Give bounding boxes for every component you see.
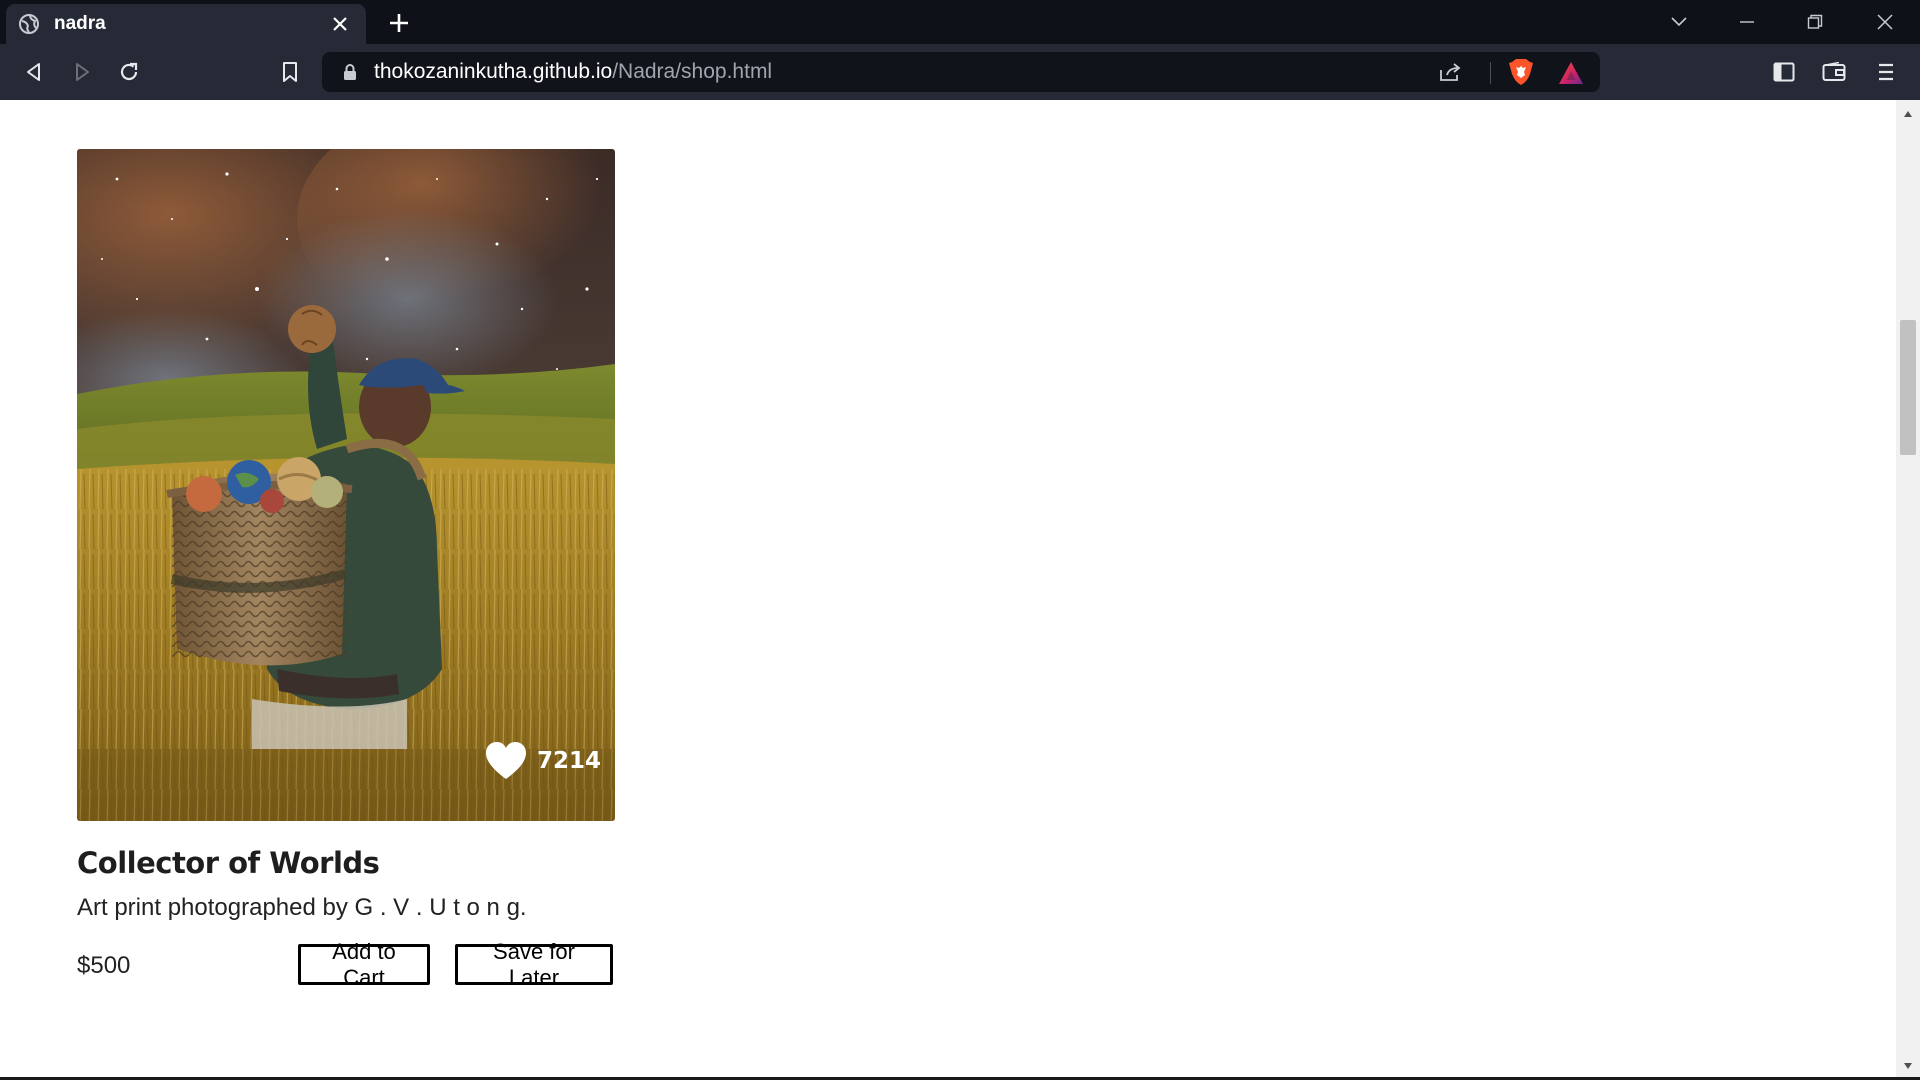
add-to-cart-button[interactable]: Add to Cart [298,939,430,990]
product-title: Collector of Worlds [77,846,380,880]
product-footer: $500 Add to Cart Save for Later [77,939,615,990]
page-scrollbar[interactable] [1896,100,1920,1080]
new-tab-icon[interactable] [384,8,414,38]
product-price: $500 [77,952,131,979]
restore-icon[interactable] [1792,6,1838,38]
artwork-image [77,149,615,821]
browser-titlebar: nadra [0,0,1920,44]
brave-rewards-icon[interactable] [1556,58,1586,88]
scrollbar-thumb[interactable] [1900,320,1916,455]
back-icon[interactable] [18,56,50,88]
product-description: Art print photographed by G . V . U t o … [77,894,527,921]
tab-search-chevron-icon[interactable] [1656,6,1702,38]
url-path: /Nadra/shop.html [612,60,773,83]
minimize-icon[interactable] [1724,6,1770,38]
sidebar-toggle-icon[interactable] [1768,56,1800,88]
bookmark-icon[interactable] [274,56,306,88]
reload-icon[interactable] [113,56,145,88]
globe-icon [18,13,40,35]
likes-indicator[interactable]: 7214 [485,741,601,781]
lock-icon[interactable] [340,62,360,82]
tab-title: nadra [54,13,106,34]
product-card: 7214 Collector of Worlds Art print photo… [77,149,615,990]
brave-shields-icon[interactable] [1506,57,1536,87]
share-icon[interactable] [1436,58,1464,86]
save-for-later-button[interactable]: Save for Later [455,939,613,990]
heart-icon[interactable] [485,741,527,781]
close-window-icon[interactable] [1862,6,1908,38]
browser-toolbar: thokozaninkutha.github.io/Nadra/shop.htm… [0,44,1920,100]
close-tab-icon[interactable] [326,10,354,38]
forward-icon[interactable] [66,56,98,88]
scroll-down-arrow-icon[interactable] [1900,1058,1916,1074]
menu-icon[interactable] [1870,56,1902,88]
url-text: thokozaninkutha.github.io/Nadra/shop.htm… [374,60,772,84]
product-image[interactable]: 7214 [77,149,615,821]
browser-tab[interactable]: nadra [6,4,366,44]
urlbar-divider [1490,62,1491,84]
url-host: thokozaninkutha.github.io [374,60,613,83]
wallet-icon[interactable] [1818,56,1850,88]
scroll-up-arrow-icon[interactable] [1900,106,1916,122]
address-bar[interactable]: thokozaninkutha.github.io/Nadra/shop.htm… [322,52,1600,92]
page-viewport: 7214 Collector of Worlds Art print photo… [0,100,1896,1080]
likes-count: 7214 [536,748,601,774]
